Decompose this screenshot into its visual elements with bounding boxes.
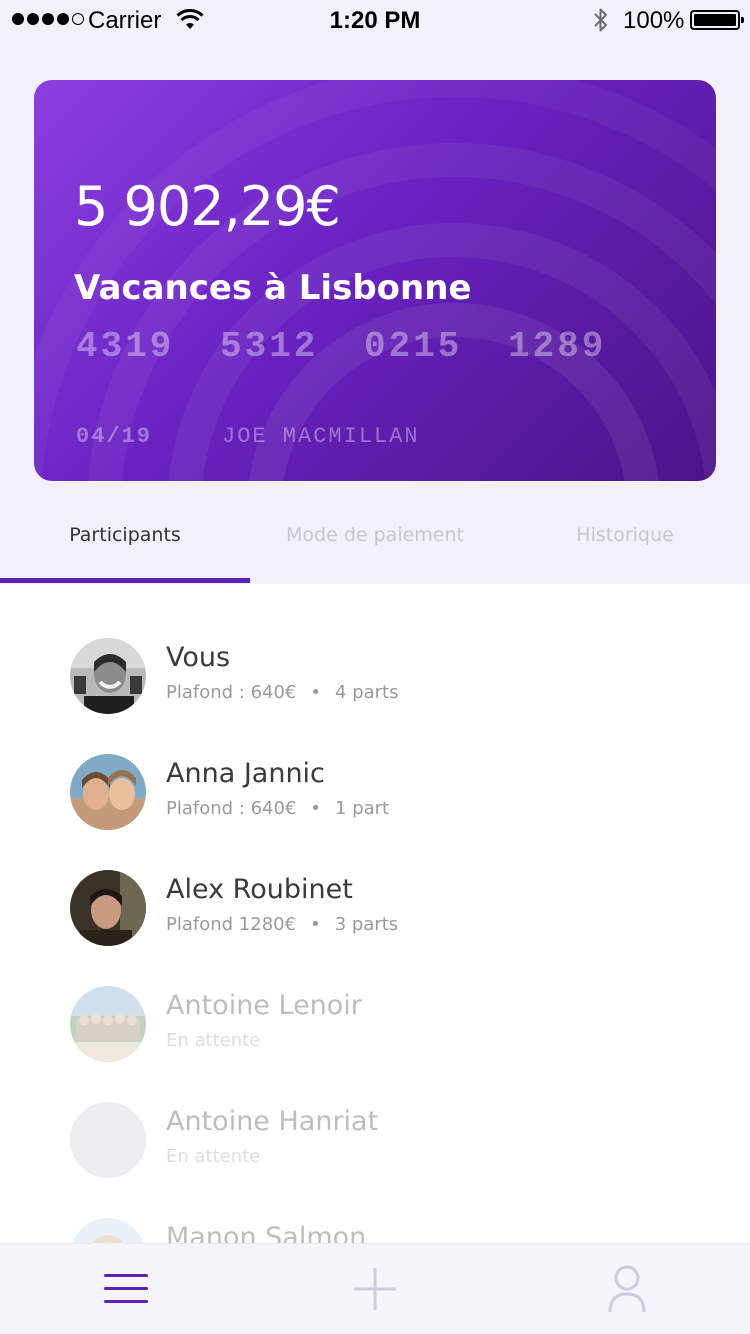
participant-status: En attente [166, 1146, 261, 1167]
card-number-group: 1289 [508, 326, 607, 367]
participant-limit: Plafond 1280€ [166, 914, 297, 935]
participant-name: Antoine Lenoir [166, 990, 362, 1021]
list-item[interactable]: Vous Plafond : 640€ • 4 parts [70, 638, 690, 718]
bottom-nav [0, 1243, 750, 1334]
card-expiry: 04/19 [76, 424, 153, 449]
avatar [70, 1218, 146, 1244]
plus-icon[interactable] [352, 1266, 398, 1312]
battery-percentage: 100% [623, 7, 685, 34]
participant-parts: 1 part [335, 798, 390, 819]
participant-parts: 4 parts [335, 682, 399, 703]
avatar [70, 870, 146, 946]
status-bar: Carrier 1:20 PM 100% [0, 0, 750, 40]
card-group-name: Vacances à Lisbonne [74, 268, 472, 308]
participant-details: Plafond : 640€ • 1 part [166, 798, 389, 819]
card-number-group: 4319 [76, 326, 175, 367]
tab-bar: Participants Mode de paiement Historique [0, 524, 750, 584]
avatar [70, 754, 146, 830]
participant-parts: 3 parts [334, 914, 399, 935]
participant-name: Alex Roubinet [166, 874, 353, 905]
participant-name: Manon Salmon [166, 1222, 367, 1244]
avatar-placeholder [70, 1102, 146, 1178]
list-item[interactable]: Alex Roubinet Plafond 1280€ • 3 parts [70, 870, 690, 950]
card-holder: JOE MACMILLAN [222, 424, 420, 449]
tab-payment-method[interactable]: Mode de paiement [250, 524, 500, 546]
card-number-group: 5312 [220, 326, 319, 367]
list-item[interactable]: Antoine Lenoir En attente [70, 986, 690, 1066]
participant-name: Antoine Hanriat [166, 1106, 379, 1137]
participant-name: Anna Jannic [166, 758, 325, 789]
card-number-group: 0215 [364, 326, 463, 367]
separator-dot: • [310, 682, 322, 703]
tab-history[interactable]: Historique [500, 524, 750, 546]
menu-icon[interactable] [104, 1274, 148, 1304]
list-item[interactable]: Anna Jannic Plafond : 640€ • 1 part [70, 754, 690, 834]
avatar [70, 986, 146, 1062]
group-card[interactable]: 5 902,29€ Vacances à Lisbonne 4319 5312 … [34, 80, 716, 481]
bluetooth-icon [594, 8, 607, 32]
participants-list: Vous Plafond : 640€ • 4 parts Anna Jannic … [0, 584, 750, 1244]
tab-participants[interactable]: Participants [0, 524, 250, 546]
user-icon[interactable] [607, 1264, 647, 1314]
battery-icon [690, 10, 744, 30]
participant-limit: Plafond : 640€ [166, 682, 297, 703]
participant-limit: Plafond : 640€ [166, 798, 297, 819]
participant-details: Plafond : 640€ • 4 parts [166, 682, 398, 703]
participant-name: Vous [166, 642, 231, 673]
participant-details: Plafond 1280€ • 3 parts [166, 914, 398, 935]
avatar [70, 638, 146, 714]
separator-dot: • [310, 914, 321, 935]
card-balance: 5 902,29€ [74, 175, 341, 238]
participant-status: En attente [166, 1030, 261, 1051]
active-tab-indicator [0, 578, 250, 583]
list-item[interactable]: Manon Salmon [70, 1218, 690, 1244]
separator-dot: • [310, 798, 322, 819]
list-item[interactable]: Antoine Hanriat En attente [70, 1102, 690, 1182]
